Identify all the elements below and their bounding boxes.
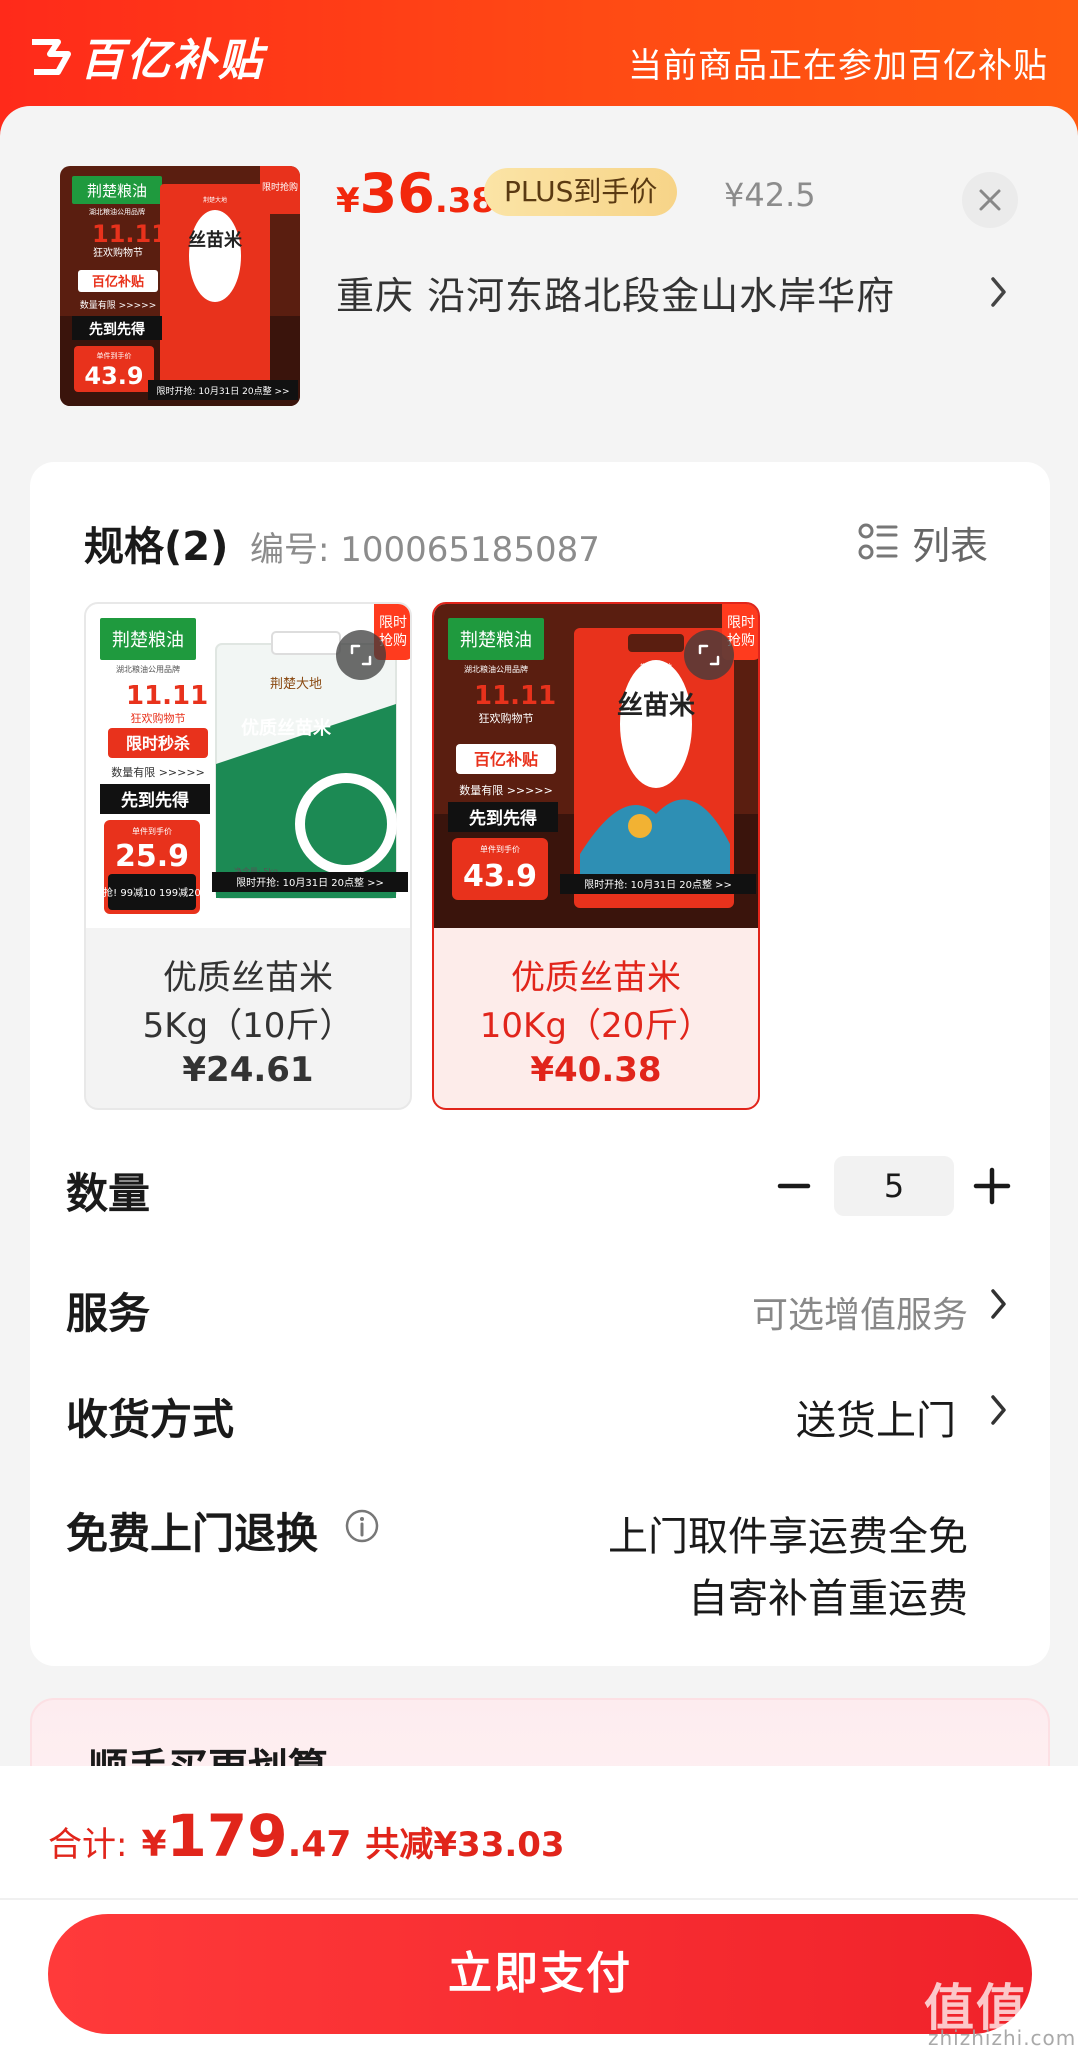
quantity-increase-button[interactable] xyxy=(968,1162,1016,1210)
opt1-unit-price-label: 单件到手价 xyxy=(132,826,172,836)
expand-icon xyxy=(698,644,720,666)
list-view-icon xyxy=(858,523,898,560)
list-view-label: 列表 xyxy=(912,523,989,568)
opt1-bag-brand: 荆楚大地 xyxy=(270,676,322,692)
opt2-limited: 数量有限 >>>>> xyxy=(459,783,553,797)
quantity-decrease-button[interactable] xyxy=(770,1162,818,1210)
thumb-first-come: 先到先得 xyxy=(89,321,145,338)
product-code: 编号: 100065185087 xyxy=(250,530,600,570)
service-label: 服务 xyxy=(66,1289,151,1338)
spec-option-name: 优质丝苗米 xyxy=(163,958,333,998)
total-label: 合计: xyxy=(48,1825,128,1865)
list-view-toggle[interactable]: 列表 xyxy=(858,514,988,570)
expand-image-button[interactable] xyxy=(684,630,734,680)
price-symbol: ¥ xyxy=(336,181,360,221)
thumb-bag-brand: 荆楚大地 xyxy=(203,196,227,204)
opt1-unit-price: 25.9 xyxy=(115,839,189,874)
subsidy-logo-text: 百亿补贴 xyxy=(80,35,264,86)
thumb-start-time: 限时开抢: 10月31日 20点整 >> xyxy=(156,385,289,397)
spec-option-price: ¥40.38 xyxy=(530,1050,662,1090)
thumb-unit-price: 43.9 xyxy=(84,362,143,390)
opt2-bag-title: 丝苗米 xyxy=(617,691,695,721)
thumb-flash: 限时抢购 xyxy=(262,181,298,193)
spec-option-size: 5Kg（10斤） xyxy=(142,1006,354,1046)
thumb-unit-price-label: 单件到手价 xyxy=(97,351,132,360)
free-return-line2: 自寄补首重运费 xyxy=(688,1576,968,1622)
product-thumbnail[interactable]: 荆楚粮油 湖北粮油公用品牌 丝苗米 荆楚大地 11.11 狂欢购物节 百亿补贴 … xyxy=(60,166,300,406)
spec-option-10kg[interactable]: 荆楚粮油 湖北粮油公用品牌 11.11 狂欢购物节 百亿补贴 数量有限 >>>>… xyxy=(432,602,760,1110)
address-text: 重庆 沿河东路北段金山水岸华府 xyxy=(336,273,896,318)
opt1-first-come: 先到先得 xyxy=(121,790,189,811)
divider xyxy=(0,1898,1078,1900)
minus-icon xyxy=(777,1183,811,1189)
chevron-right-icon xyxy=(991,277,1006,307)
free-return-line1: 上门取件享运费全免 xyxy=(608,1514,968,1560)
opt1-bag-title: 优质丝苗米 xyxy=(241,717,332,739)
subsidy-tagline: 当前商品正在参加百亿补贴 xyxy=(628,46,1048,86)
total-discount: 共减¥33.03 xyxy=(365,1825,565,1865)
info-icon[interactable] xyxy=(344,1508,380,1544)
spec-option-size: 10Kg（20斤） xyxy=(479,1006,713,1046)
thumb-festival-sub: 狂欢购物节 xyxy=(93,246,143,259)
thumb-limited: 数量有限 >>>>> xyxy=(80,299,157,311)
spec-option-price: ¥24.61 xyxy=(182,1050,314,1090)
delivery-address[interactable]: 重庆 沿河东路北段金山水岸华府 xyxy=(336,262,1036,322)
service-value[interactable]: 可选增值服务 xyxy=(752,1286,968,1338)
thumb-festival: 11.11 xyxy=(92,220,168,248)
thumb-brand-sub: 湖北粮油公用品牌 xyxy=(89,207,145,216)
thumb-brand: 荆楚粮油 xyxy=(87,182,147,200)
delivery-method-label: 收货方式 xyxy=(66,1395,235,1444)
opt1-festival-sub: 狂欢购物节 xyxy=(131,711,186,725)
opt1-festival: 11.11 xyxy=(126,681,208,711)
opt2-festival-sub: 狂欢购物节 xyxy=(479,711,534,725)
opt1-brand-sub: 湖北粮油公用品牌 xyxy=(116,664,180,674)
pay-now-button[interactable]: 立即支付 xyxy=(48,1914,1032,2034)
opt1-deal: 抢! 99减10 199减20 xyxy=(103,886,201,899)
opt2-start-time: 限时开抢: 10月31日 20点整 >> xyxy=(584,878,732,891)
total-symbol: ¥ xyxy=(141,1824,167,1865)
total-integer: 179 xyxy=(166,1802,288,1870)
close-icon xyxy=(979,189,1001,211)
thumb-promo: 百亿补贴 xyxy=(92,274,144,290)
spec-option-5kg[interactable]: 荆楚粮油 湖北粮油公用品牌 11.11 狂欢购物节 限时秒杀 数量有限 >>>>… xyxy=(84,602,412,1110)
close-button[interactable] xyxy=(962,172,1018,228)
expand-image-button[interactable] xyxy=(336,630,386,680)
free-return-label: 免费上门退换 xyxy=(66,1509,319,1558)
price-integer: 36 xyxy=(359,162,435,225)
spec-title: 规格(2) xyxy=(84,524,229,570)
spec-option-name: 优质丝苗米 xyxy=(511,958,681,998)
expand-icon xyxy=(350,644,372,666)
opt1-start-time: 限时开抢: 10月31日 20点整 >> xyxy=(236,876,384,889)
product-price: ¥ 36 .38 xyxy=(336,162,495,230)
opt2-bag-brand: 荆楚大地 xyxy=(640,662,672,672)
watermark-url: zhizhizhi.com xyxy=(928,2026,1077,2050)
chevron-right-icon[interactable] xyxy=(990,1288,1008,1320)
plus-icon xyxy=(973,1167,1011,1205)
order-total: 合计: ¥ 179 .47 共减¥33.03 xyxy=(48,1802,565,1872)
original-price: ¥42.5 xyxy=(724,176,816,214)
plus-price-badge: PLUS到手价 xyxy=(484,168,678,216)
opt2-brand-sub: 湖北粮油公用品牌 xyxy=(464,664,528,674)
opt2-first-come: 先到先得 xyxy=(469,808,537,829)
opt2-promo: 百亿补贴 xyxy=(474,750,538,769)
quantity-input[interactable]: 5 xyxy=(834,1156,954,1216)
chevron-right-icon[interactable] xyxy=(990,1394,1008,1426)
opt2-unit-price: 43.9 xyxy=(463,859,537,894)
opt1-brand: 荆楚粮油 xyxy=(112,630,184,651)
opt1-limited: 数量有限 >>>>> xyxy=(111,765,205,779)
delivery-method-value[interactable]: 送货上门 xyxy=(796,1388,956,1446)
opt2-festival: 11.11 xyxy=(474,681,556,711)
thumb-bag-title: 丝苗米 xyxy=(188,229,243,251)
subsidy-logo: 百亿补贴 xyxy=(28,26,264,86)
total-decimal: .47 xyxy=(287,1824,352,1865)
opt2-unit-price-label: 单件到手价 xyxy=(480,844,520,854)
quantity-label: 数量 xyxy=(66,1169,151,1218)
opt1-promo: 限时秒杀 xyxy=(126,734,190,753)
subsidy-logo-mark-icon xyxy=(32,39,71,75)
opt2-brand: 荆楚粮油 xyxy=(460,630,532,651)
